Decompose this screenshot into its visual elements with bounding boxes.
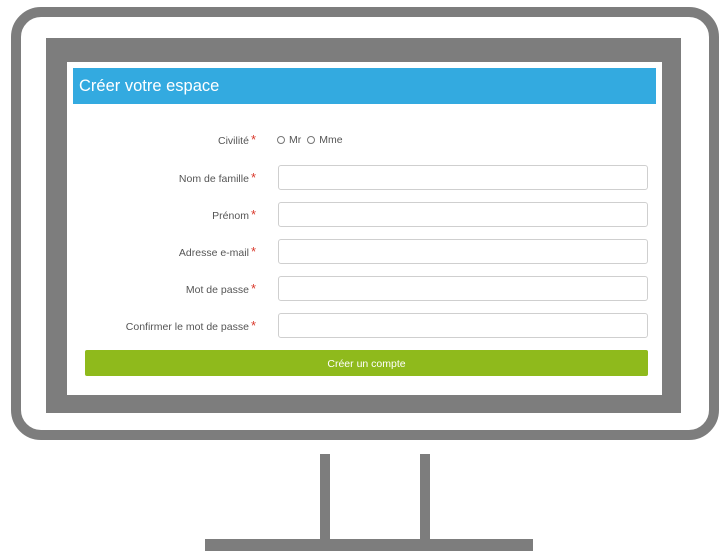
password-input[interactable] bbox=[278, 276, 648, 301]
required-marker: * bbox=[250, 170, 256, 185]
required-marker: * bbox=[250, 132, 256, 147]
monitor-stand-left bbox=[320, 454, 330, 539]
first-name-row: Prénom * bbox=[67, 202, 662, 228]
radio-mme[interactable]: Mme bbox=[307, 134, 343, 146]
last-name-row: Nom de famille * bbox=[67, 165, 662, 191]
last-name-label: Nom de famille * bbox=[178, 170, 256, 185]
required-marker: * bbox=[250, 244, 256, 259]
confirm-password-row: Confirmer le mot de passe * bbox=[67, 313, 662, 339]
radio-mr-icon[interactable] bbox=[277, 136, 285, 144]
monitor-stand-base bbox=[205, 539, 533, 551]
signup-form: Créer votre espace Civilité * Mr Mme Nom … bbox=[67, 62, 662, 395]
form-header: Créer votre espace bbox=[73, 68, 656, 104]
email-input[interactable] bbox=[278, 239, 648, 264]
required-marker: * bbox=[250, 281, 256, 296]
civility-radio-group: Mr Mme bbox=[277, 127, 349, 153]
email-label: Adresse e-mail * bbox=[178, 244, 256, 259]
form-title: Créer votre espace bbox=[79, 77, 220, 95]
required-marker: * bbox=[250, 207, 256, 222]
civility-row: Civilité * Mr Mme bbox=[67, 127, 662, 153]
radio-mme-icon[interactable] bbox=[307, 136, 316, 144]
required-marker: * bbox=[250, 318, 256, 333]
first-name-input[interactable] bbox=[278, 202, 648, 227]
password-row: Mot de passe * bbox=[67, 276, 662, 302]
last-name-input[interactable] bbox=[278, 165, 648, 190]
monitor-stand-right bbox=[420, 454, 430, 539]
civility-label: Civilité * bbox=[218, 132, 256, 147]
radio-mr[interactable]: Mr bbox=[277, 134, 301, 146]
first-name-label: Prénom * bbox=[212, 207, 256, 222]
confirm-password-label: Confirmer le mot de passe * bbox=[125, 318, 256, 333]
create-account-button[interactable]: Créer un compte bbox=[85, 350, 648, 376]
email-row: Adresse e-mail * bbox=[67, 239, 662, 265]
confirm-password-input[interactable] bbox=[278, 313, 648, 338]
password-label: Mot de passe * bbox=[185, 281, 256, 296]
